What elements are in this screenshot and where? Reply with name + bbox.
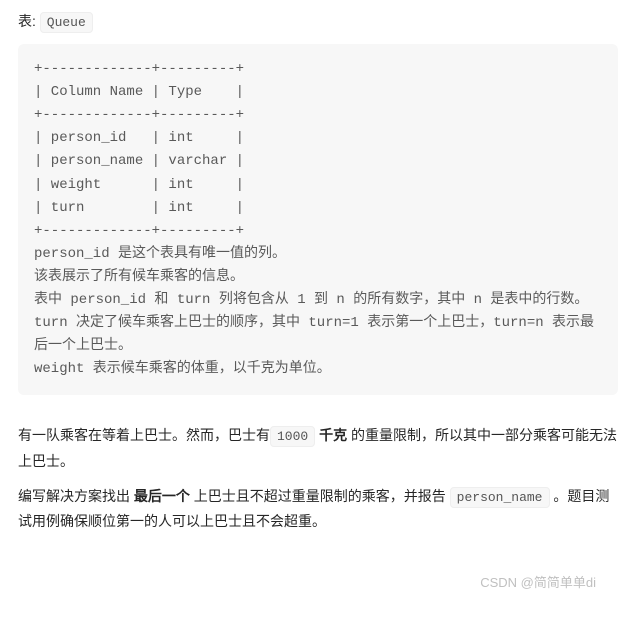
- p2-text-a: 编写解决方案找出: [18, 488, 134, 504]
- table-name-code: Queue: [40, 12, 93, 33]
- table-intro: 表: Queue: [18, 10, 618, 34]
- schema-border-top: +-------------+---------+: [34, 61, 244, 77]
- schema-row: | person_id | int |: [34, 130, 244, 146]
- schema-desc-line: person_id 是这个表具有唯一值的列。: [34, 246, 286, 262]
- person-name-code: person_name: [450, 487, 550, 508]
- weight-limit-code: 1000: [270, 426, 315, 447]
- schema-row: | person_name | varchar |: [34, 153, 244, 169]
- schema-border-bot: +-------------+---------+: [34, 223, 244, 239]
- schema-desc-line: weight 表示候车乘客的体重，以千克为单位。: [34, 361, 331, 377]
- schema-desc-line: 表中 person_id 和 turn 列将包含从 1 到 n 的所有数字，其中…: [34, 292, 588, 308]
- problem-paragraph-2: 编写解决方案找出 最后一个 上巴士且不超过重量限制的乘客，并报告 person_…: [18, 484, 618, 535]
- watermark-text: CSDN @简简单单di: [480, 572, 596, 594]
- intro-prefix: 表:: [18, 13, 40, 29]
- schema-row: | weight | int |: [34, 177, 244, 193]
- p2-bold: 最后一个: [134, 488, 190, 504]
- schema-desc-line: 该表展示了所有候车乘客的信息。: [34, 269, 244, 285]
- p1-text-a: 有一队乘客在等着上巴士。然而，巴士有: [18, 427, 270, 443]
- schema-row: | turn | int |: [34, 200, 244, 216]
- schema-desc-line: turn 决定了候车乘客上巴士的顺序，其中 turn=1 表示第一个上巴士，tu…: [34, 315, 594, 354]
- p1-bold: 千克: [315, 427, 351, 443]
- p2-text-b: 上巴士且不超过重量限制的乘客，并报告: [190, 488, 450, 504]
- schema-block: +-------------+---------+ | Column Name …: [18, 44, 618, 395]
- schema-header: | Column Name | Type |: [34, 84, 244, 100]
- problem-paragraph-1: 有一队乘客在等着上巴士。然而，巴士有1000 千克 的重量限制，所以其中一部分乘…: [18, 423, 618, 474]
- schema-border-mid: +-------------+---------+: [34, 107, 244, 123]
